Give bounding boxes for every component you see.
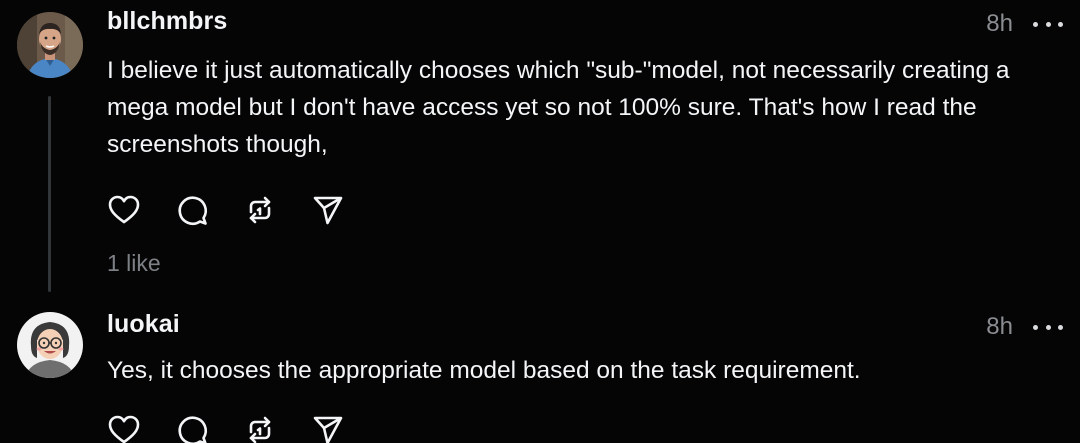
avatar[interactable] xyxy=(17,312,83,378)
thread-line xyxy=(48,96,51,292)
action-bar xyxy=(106,192,378,228)
post-text: I believe it just automatically chooses … xyxy=(107,57,1010,158)
like-button[interactable] xyxy=(106,192,142,228)
avatar[interactable] xyxy=(17,12,83,78)
share-button[interactable] xyxy=(310,192,346,228)
repost-icon xyxy=(249,196,271,224)
timestamp: 8h xyxy=(986,313,1013,340)
like-count[interactable]: 1 like xyxy=(107,250,161,277)
like-button[interactable] xyxy=(106,412,142,443)
repost-icon xyxy=(249,416,271,443)
action-bar xyxy=(106,412,378,443)
repost-button[interactable] xyxy=(242,412,278,443)
share-button[interactable] xyxy=(310,412,346,443)
reply-post: bllchmbrs 8h I believe it just automatic… xyxy=(0,0,1080,300)
more-icon[interactable] xyxy=(1033,322,1063,332)
more-icon[interactable] xyxy=(1033,19,1063,29)
heart-icon xyxy=(108,195,140,224)
username[interactable]: bllchmbrs xyxy=(107,7,227,36)
timestamp: 8h xyxy=(986,10,1013,37)
reply-feed: bllchmbrs 8h I believe it just automatic… xyxy=(0,0,1080,443)
share-icon xyxy=(313,196,343,225)
reply-button[interactable] xyxy=(174,412,210,443)
username[interactable]: luokai xyxy=(107,310,180,339)
share-icon xyxy=(313,416,343,443)
heart-icon xyxy=(108,415,140,443)
reply-button[interactable] xyxy=(174,192,210,228)
repost-button[interactable] xyxy=(242,192,278,228)
reply-post: luokai 8h Yes, it chooses the appropriat… xyxy=(0,300,1080,443)
post-text: Yes, it chooses the appropriate model ba… xyxy=(107,357,861,384)
comment-icon xyxy=(178,416,207,443)
comment-icon xyxy=(178,196,207,225)
